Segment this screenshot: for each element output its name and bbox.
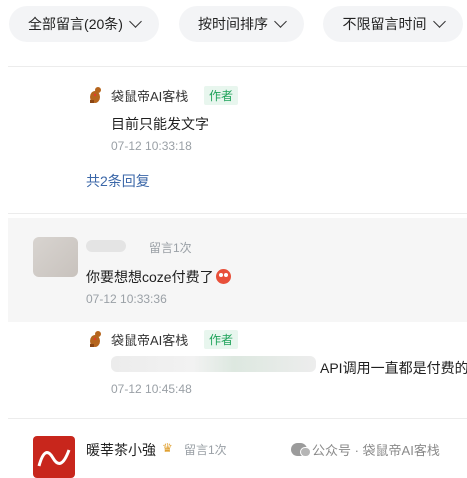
blurred-avatar[interactable] bbox=[33, 237, 78, 277]
expand-replies-link[interactable]: 共2条回复 bbox=[86, 171, 150, 191]
filter-bar: 全部留言(20条) 按时间排序 不限留言时间 bbox=[0, 0, 467, 62]
chevron-down-icon bbox=[432, 15, 446, 28]
reply-author-name[interactable]: 袋鼠帝AI客栈 bbox=[111, 86, 188, 105]
blurred-text bbox=[111, 356, 316, 372]
user-avatar[interactable] bbox=[33, 436, 75, 478]
angry-face-emoji-icon bbox=[215, 269, 231, 284]
watermark: 公众号 · 袋鼠帝AI客栈 bbox=[291, 440, 440, 459]
time-range-filter[interactable]: 不限留言时间 bbox=[323, 6, 463, 42]
comment-count-meta: 留言1次 bbox=[149, 241, 192, 255]
author-badge: 作者 bbox=[204, 330, 239, 349]
comment-text-content: 你要想想coze付费了 bbox=[86, 269, 214, 285]
sort-filter[interactable]: 按时间排序 bbox=[179, 6, 304, 42]
sort-label: 按时间排序 bbox=[198, 16, 268, 32]
watermark-text: 公众号 · 袋鼠帝AI客栈 bbox=[312, 443, 440, 458]
reply-author-name[interactable]: 袋鼠帝AI客栈 bbox=[111, 330, 188, 349]
author-avatar[interactable] bbox=[86, 85, 106, 105]
crown-icon: ♛ bbox=[162, 441, 173, 455]
comment-count-meta: 留言1次 bbox=[184, 443, 227, 457]
all-comments-label: 全部留言(20条) bbox=[28, 16, 123, 32]
author-avatar[interactable] bbox=[86, 329, 106, 349]
reply-text: 目前只能发文字 bbox=[111, 116, 209, 132]
divider bbox=[8, 66, 467, 67]
reply-text: API调用一直都是付费的 bbox=[320, 360, 467, 376]
blurred-username bbox=[86, 240, 126, 252]
divider bbox=[8, 213, 467, 214]
all-comments-filter[interactable]: 全部留言(20条) bbox=[9, 6, 159, 42]
wechat-icon bbox=[291, 443, 311, 457]
author-badge: 作者 bbox=[204, 86, 239, 105]
comment-time: 07-12 10:33:36 bbox=[86, 292, 167, 306]
chevron-down-icon bbox=[129, 15, 142, 28]
comment-text: 你要想想coze付费了 bbox=[86, 267, 231, 287]
reply-time: 07-12 10:45:48 bbox=[111, 382, 192, 396]
chevron-down-icon bbox=[274, 15, 287, 28]
reply-time: 07-12 10:33:18 bbox=[111, 139, 192, 153]
commenter-name[interactable]: 暖莘茶小強 bbox=[86, 440, 156, 460]
time-range-label: 不限留言时间 bbox=[342, 16, 427, 32]
divider bbox=[8, 418, 467, 419]
